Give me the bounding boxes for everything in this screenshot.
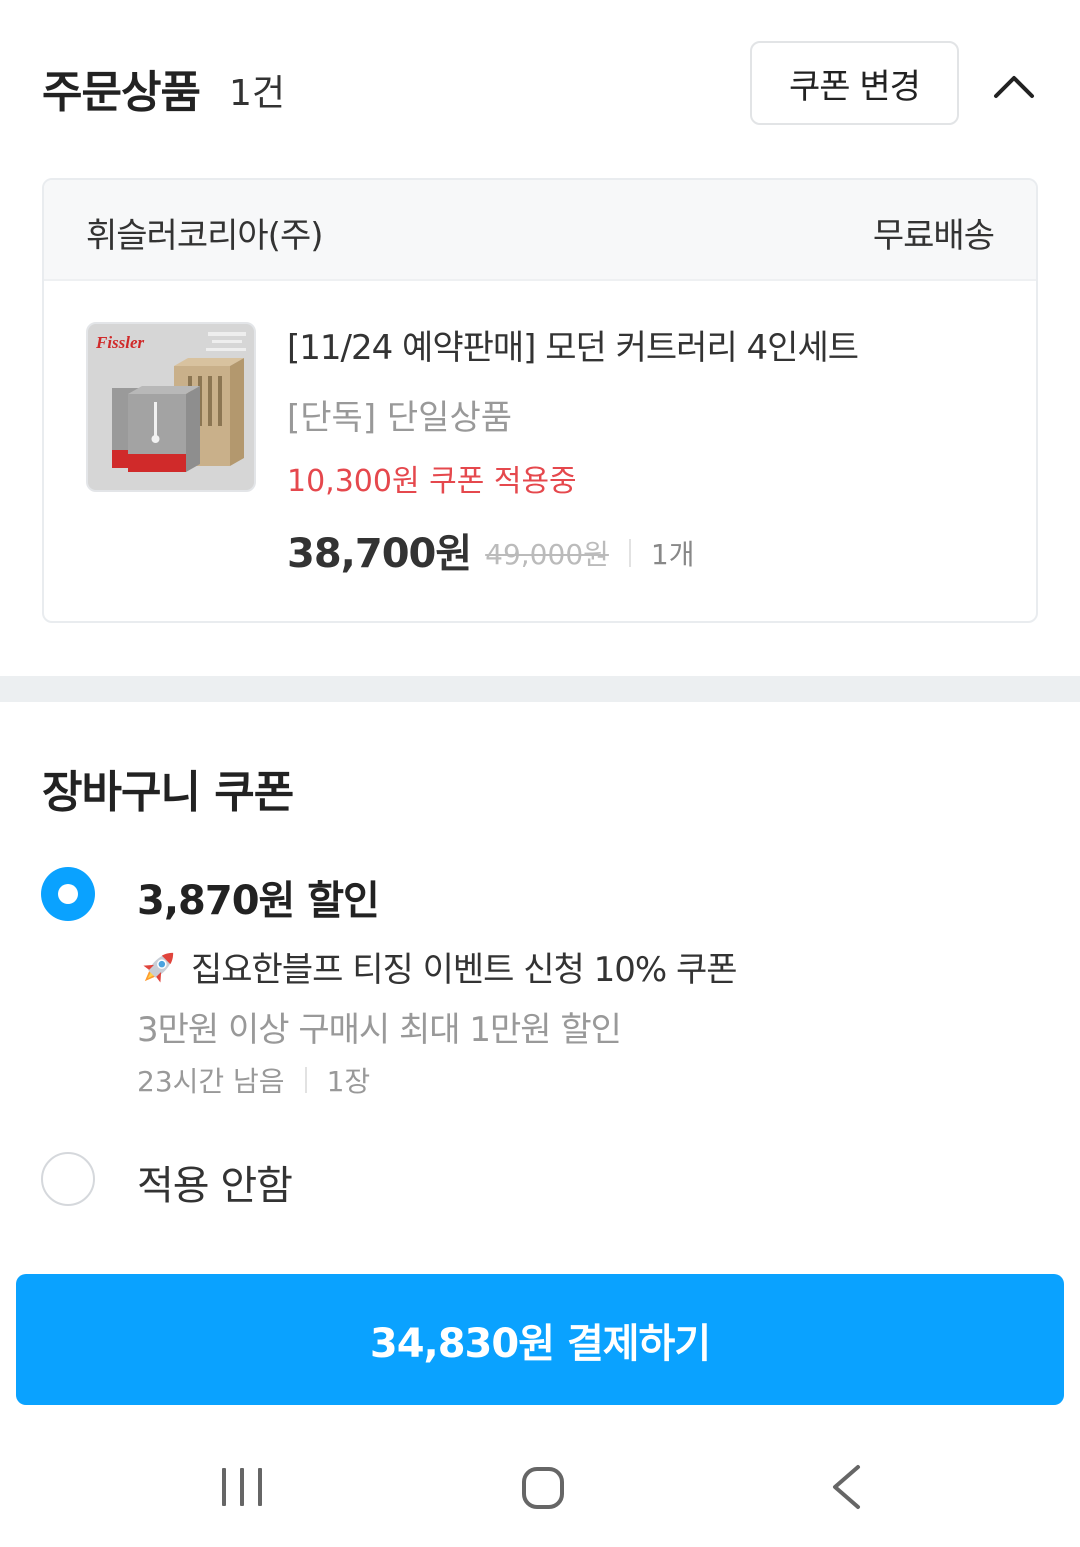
chevron-up-icon[interactable]: [992, 64, 1036, 108]
section-divider: [0, 676, 1080, 702]
price-final: 38,700원: [287, 531, 472, 577]
order-items-count: 1건: [229, 73, 286, 114]
coupon-meta: 23시간 남음 1장: [137, 1060, 370, 1100]
coupon-remaining-time: 23시간 남음: [137, 1065, 285, 1098]
coupon-name-text: 집요한블프 티징 이벤트 신청 10% 쿠폰: [191, 950, 738, 990]
home-icon[interactable]: [521, 1466, 565, 1510]
svg-text:Fissler: Fissler: [95, 333, 145, 352]
coupon-count: 1장: [326, 1065, 371, 1098]
pay-button[interactable]: 34,830원 결제하기: [16, 1274, 1064, 1405]
divider: [628, 539, 631, 567]
seller-card: 휘슬러코리아(주) 무료배송 Fissler [11/24 예약판매] 모던 커…: [42, 178, 1038, 623]
product-image-icon: Fissler: [88, 324, 254, 490]
rocket-icon: [143, 952, 174, 983]
coupon-change-button[interactable]: 쿠폰 변경: [750, 41, 959, 125]
price-original: 49,000원: [485, 538, 609, 571]
cart-coupon-title: 장바구니 쿠폰: [42, 767, 294, 818]
product-thumbnail[interactable]: Fissler: [86, 322, 256, 492]
product-info: [11/24 예약판매] 모던 커트러리 4인세트 [단독] 단일상품 10,3…: [287, 320, 1007, 577]
seller-bar: 휘슬러코리아(주) 무료배송: [44, 180, 1036, 281]
shipping-label: 무료배송: [872, 216, 995, 256]
coupon-discount-amount[interactable]: 3,870원 할인: [137, 868, 380, 926]
product-quantity: 1개: [650, 538, 695, 571]
order-items-header: 주문상품 1건 쿠폰 변경: [42, 40, 1042, 126]
recents-icon[interactable]: [220, 1466, 264, 1508]
product-name[interactable]: [11/24 예약판매] 모던 커트러리 4인세트: [287, 320, 1007, 372]
price-row: 38,700원 49,000원 1개: [287, 524, 1007, 577]
coupon-radio-selected[interactable]: [41, 867, 95, 921]
coupon-condition: 3만원 이상 구매시 최대 1만원 할인: [137, 1010, 622, 1050]
seller-name: 휘슬러코리아(주): [86, 216, 323, 256]
product-coupon-applied: 10,300원 쿠폰 적용중: [287, 464, 577, 499]
divider: [304, 1067, 307, 1093]
coupon-none-label[interactable]: 적용 안함: [137, 1153, 293, 1211]
order-items-title: 주문상품: [42, 67, 201, 118]
product-option: [단독] 단일상품: [287, 398, 513, 438]
coupon-radio-none[interactable]: [41, 1152, 95, 1206]
coupon-name: 집요한블프 티징 이벤트 신청 10% 쿠폰: [137, 942, 738, 991]
back-icon[interactable]: [830, 1464, 862, 1510]
